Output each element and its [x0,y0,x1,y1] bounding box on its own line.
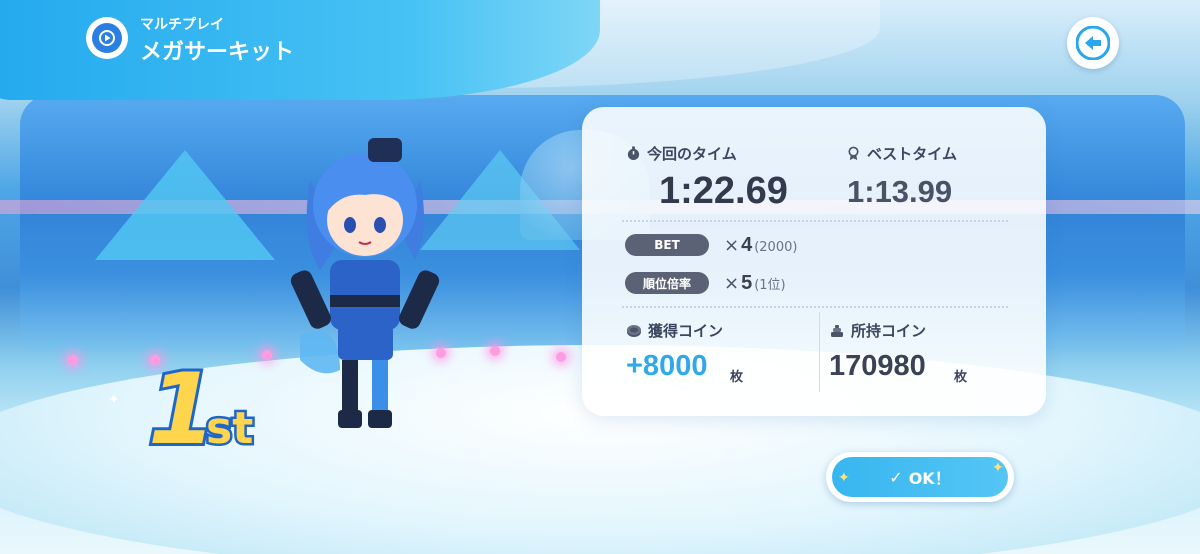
bet-value: 4 [741,234,753,256]
sparkle-icon: ✦ [992,460,1004,476]
earned-coins-label-row: 獲得コイン [626,320,723,341]
stage-light [68,355,78,365]
bet-label: BET [625,234,709,256]
divider [622,306,1008,308]
best-time-label-row: ベストタイム [846,143,957,164]
stopwatch-icon [627,146,640,161]
ok-button[interactable]: ✓ OK！ [826,452,1014,502]
current-time-label: 今回のタイム [647,145,737,163]
coin-stack-icon [831,324,843,337]
rank-badge: 1 st [145,357,288,470]
back-arrow-icon [1076,26,1110,60]
current-time-label-row: 今回のタイム [626,143,737,164]
sparkle-icon: ✦ [838,470,850,486]
medal-icon [848,146,859,161]
arena-tent-left [95,150,275,260]
player-character [290,138,440,428]
stage-light [556,352,566,362]
rank-suffix: st [203,401,255,456]
best-time-value: 1:13.99 [847,174,953,209]
best-time-label: ベストタイム [867,145,958,163]
back-button[interactable] [1067,17,1119,69]
rank-multiplier-value: 5 [741,272,753,294]
result-panel: 今回のタイム 1:22.69 ベストタイム 1:13.99 BET × 4 (2… [582,107,1046,416]
rank-multiplier-detail: (1位) [754,278,786,293]
current-time-value: 1:22.69 [659,170,788,212]
play-circle-icon [86,17,128,59]
owned-coins-label-row: 所持コイン [829,320,926,341]
owned-coins-label: 所持コイン [851,322,927,340]
owned-coins-unit: 枚 [954,370,968,385]
ok-button-face[interactable]: ✓ OK！ [832,457,1008,497]
game-scene: マルチプレイ メガサーキット 1 st ✦ 今回のタイム 1:22.69 ベスト… [0,0,1200,554]
earned-coins-label: 獲得コイン [648,322,724,340]
ok-button-label: OK！ [908,469,951,488]
page-title: メガサーキット [140,40,295,65]
stage-light [490,346,500,356]
bet-detail: (2000) [754,240,798,255]
divider [622,220,1008,222]
bet-multiplier: × 4 (2000) [724,234,798,256]
rank-multiplier-label: 順位倍率 [625,272,709,294]
mode-category: マルチプレイ [140,17,224,33]
earned-coins-value: +8000 [626,350,708,382]
stage-light [262,350,272,360]
rank-multiplier: × 5 (1位) [724,272,786,294]
check-icon: ✓ [889,467,903,487]
coin-icon [627,324,641,337]
coin-divider [819,312,820,392]
sparkle-icon: ✦ [108,392,120,408]
owned-coins-value: 170980 [829,350,926,382]
earned-coins-unit: 枚 [730,370,744,385]
